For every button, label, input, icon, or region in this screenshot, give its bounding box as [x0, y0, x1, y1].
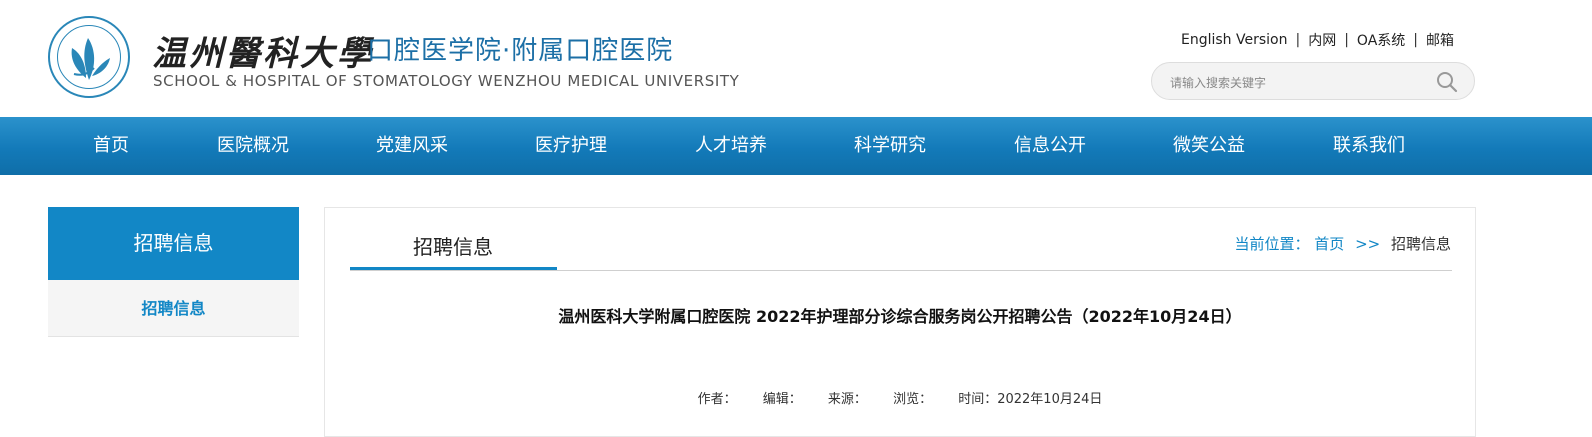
section-divider — [350, 270, 1452, 271]
breadcrumb-prefix: 当前位置： — [1234, 235, 1310, 253]
breadcrumb: 当前位置： 首页 >> 招聘信息 — [1234, 233, 1451, 254]
mailbox-link[interactable]: 邮箱 — [1426, 30, 1454, 50]
article-title: 温州医科大学附属口腔医院 2022年护理部分诊综合服务岗公开招聘公告（2022年… — [558, 307, 1242, 326]
nav-item-medical-care[interactable]: 医疗护理 — [501, 117, 641, 175]
nav-item-about[interactable]: 医院概况 — [183, 117, 323, 175]
meta-author: 作者： — [697, 392, 737, 407]
meta-time: 时间：2022年10月24日 — [958, 392, 1103, 407]
main-nav: 首页 医院概况 党建风采 医疗护理 人才培养 科学研究 信息公开 微笑公益 联系… — [0, 117, 1592, 175]
breadcrumb-arrow: >> — [1355, 235, 1381, 253]
article-meta: 作者： 编辑： 来源： 浏览： 时间：2022年10月24日 — [325, 388, 1475, 407]
search-icon[interactable] — [1436, 71, 1458, 93]
university-seal-logo[interactable] — [48, 16, 130, 98]
top-links: English Version | 内网 | OA系统 | 邮箱 — [1181, 30, 1454, 50]
intranet-link[interactable]: 内网 — [1308, 30, 1336, 50]
nav-item-info-disclosure[interactable]: 信息公开 — [980, 117, 1120, 175]
nav-item-charity[interactable]: 微笑公益 — [1139, 117, 1279, 175]
breadcrumb-current: 招聘信息 — [1390, 235, 1451, 253]
english-version-link[interactable]: English Version — [1181, 32, 1287, 48]
school-name-en: SCHOOL & HOSPITAL OF STOMATOLOGY WENZHOU… — [153, 72, 740, 90]
nav-item-talent[interactable]: 人才培养 — [661, 117, 801, 175]
link-separator: | — [1413, 32, 1418, 48]
meta-source: 来源： — [827, 392, 867, 407]
breadcrumb-home-link[interactable]: 首页 — [1314, 235, 1344, 253]
nav-item-party[interactable]: 党建风采 — [342, 117, 482, 175]
leaf-emblem-icon — [71, 38, 110, 80]
search-box — [1151, 62, 1475, 100]
oa-system-link[interactable]: OA系统 — [1357, 30, 1405, 50]
link-separator: | — [1295, 32, 1301, 48]
nav-item-research[interactable]: 科学研究 — [820, 117, 960, 175]
search-input[interactable] — [1168, 72, 1432, 94]
meta-views: 浏览： — [893, 392, 933, 407]
content-panel: 招聘信息 当前位置： 首页 >> 招聘信息 温州医科大学附属口腔医院 2022年… — [324, 207, 1476, 437]
section-tab-title: 招聘信息 — [413, 235, 493, 259]
nav-item-contact[interactable]: 联系我们 — [1299, 117, 1439, 175]
school-name-cn: 口腔医学院·附属口腔医院 — [367, 36, 674, 66]
link-separator: | — [1344, 32, 1349, 48]
meta-editor: 编辑： — [762, 392, 802, 407]
sidebar-title: 招聘信息 — [48, 207, 299, 280]
site-header: 温州醫科大學 口腔医学院·附属口腔医院 SCHOOL & HOSPITAL OF… — [0, 0, 1592, 117]
university-name-cn: 温州醫科大學 — [152, 34, 374, 74]
nav-item-home[interactable]: 首页 — [41, 117, 181, 175]
sidebar-item-recruitment[interactable]: 招聘信息 — [48, 280, 299, 337]
